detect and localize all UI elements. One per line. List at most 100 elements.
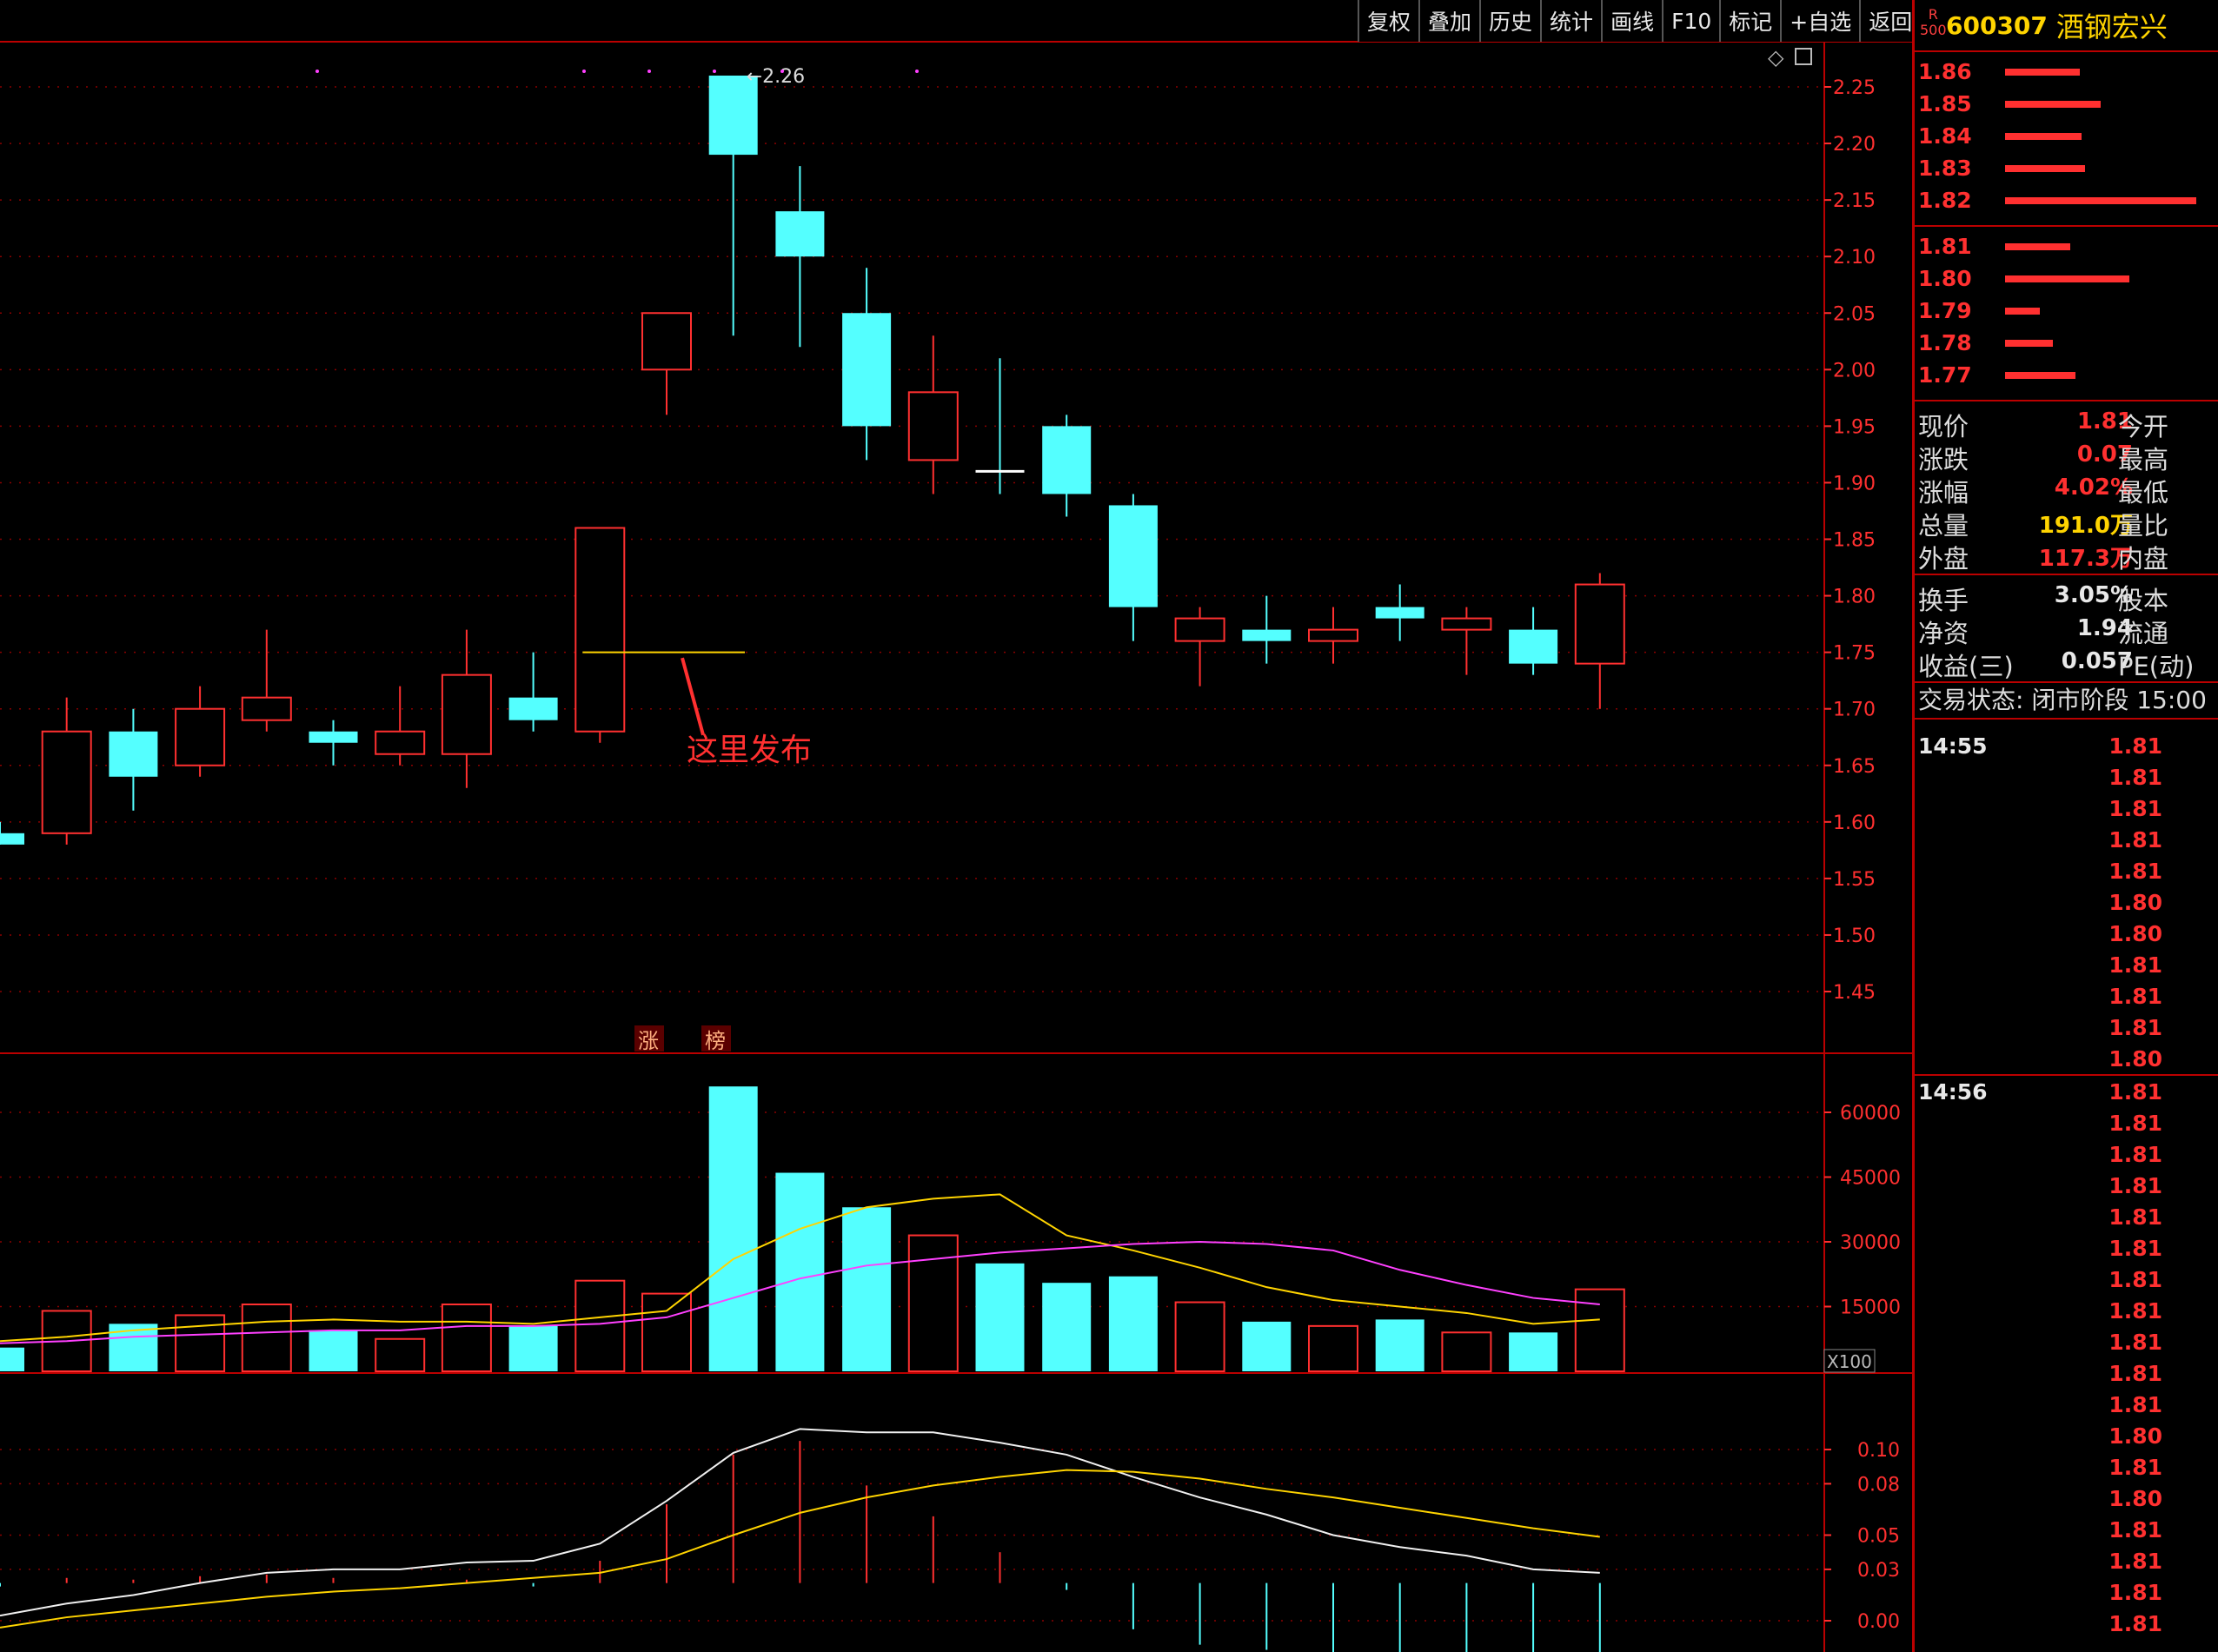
price-tick-label: 1.55: [1833, 869, 1876, 891]
toolbar-button[interactable]: 标记: [1719, 0, 1780, 42]
stat-label: 收益(三): [1918, 652, 2014, 681]
tick-row: 1.81: [1915, 1608, 2218, 1639]
candle-body: [375, 730, 426, 755]
volume-tick-label: 45000: [1840, 1168, 1901, 1190]
toolbar-button[interactable]: F10: [1662, 0, 1719, 42]
tick-row: 1.81: [1915, 855, 2218, 886]
tick-row: 1.81: [1915, 980, 2218, 1012]
tick-time: 14:56: [1918, 1079, 1988, 1105]
candle-body: [1441, 617, 1492, 631]
book-row[interactable]: 1.79: [1915, 296, 2218, 328]
stock-code: 600307: [1946, 10, 2048, 40]
candle-body: [175, 707, 226, 766]
candle-body: [508, 697, 558, 720]
book-row[interactable]: 1.84: [1915, 122, 2218, 154]
volume-bar: [0, 1347, 24, 1371]
book-volume-bar: [2005, 275, 2129, 282]
candle-body: [1509, 629, 1558, 664]
candle-body: [1042, 426, 1092, 494]
volume-bar: [1509, 1332, 1558, 1371]
tick-price: 1.81: [2108, 859, 2162, 884]
tick-price: 1.81: [2108, 1236, 2162, 1261]
toolbar-button[interactable]: 返回: [1859, 0, 1920, 42]
book-row[interactable]: 1.85: [1915, 90, 2218, 122]
tick-price: 1.81: [2108, 827, 2162, 853]
tick-price: 1.81: [2108, 1580, 2162, 1605]
book-price: 1.83: [1918, 156, 1972, 181]
tick-row: 1.81: [1915, 1545, 2218, 1576]
tick-price: 1.81: [2108, 1079, 2162, 1105]
book-row[interactable]: 1.78: [1915, 328, 2218, 361]
tag-label-bang: 榜: [705, 1029, 726, 1053]
candle-body: [574, 527, 626, 733]
tick-price: 1.81: [2108, 1015, 2162, 1040]
volume-bar: [1375, 1319, 1424, 1371]
indicator-dot: [713, 70, 716, 73]
volume-tick-label: 30000: [1840, 1232, 1901, 1254]
volume-bar: [975, 1263, 1025, 1371]
book-row[interactable]: 1.77: [1915, 361, 2218, 393]
book-row[interactable]: 1.81: [1915, 232, 2218, 264]
tick-row: 1.80: [1915, 918, 2218, 949]
volume-bar: [309, 1330, 358, 1371]
book-row[interactable]: 1.80: [1915, 264, 2218, 296]
tick-price: 1.80: [2108, 890, 2162, 915]
panel-toggle-icon: [1795, 48, 1812, 65]
tick-price: 1.81: [2108, 1330, 2162, 1355]
tick-row: 1.81: [1915, 1232, 2218, 1264]
tick-row: 1.81: [1915, 949, 2218, 980]
bid-book: 1.81 1.80 1.79 1.78 1.77: [1915, 227, 2218, 401]
price-tick-label: 1.80: [1833, 587, 1876, 608]
volume-bar: [708, 1086, 758, 1371]
tick-row: 1.81: [1915, 1170, 2218, 1201]
candle-body: [1108, 505, 1158, 607]
tick-price: 1.81: [2108, 1611, 2162, 1636]
book-price: 1.81: [1918, 234, 1972, 259]
price-tick-label: 1.70: [1833, 700, 1876, 721]
volume-bar: [1108, 1276, 1158, 1371]
stock-header[interactable]: R 500 600307 酒钢宏兴: [1915, 0, 2218, 52]
book-row[interactable]: 1.83: [1915, 154, 2218, 186]
toolbar-button[interactable]: 复权: [1358, 0, 1418, 42]
toolbar-button[interactable]: 历史: [1479, 0, 1540, 42]
stat-row: 涨跌 0.07 最高: [1915, 438, 2218, 474]
tick-row: 1.81: [1915, 1138, 2218, 1170]
book-volume-bar: [2005, 243, 2070, 250]
book-price: 1.80: [1918, 266, 1972, 291]
toolbar-button[interactable]: 叠加: [1418, 0, 1479, 42]
macd-tick-label: 0.05: [1857, 1526, 1900, 1548]
tick-price: 1.81: [2108, 1455, 2162, 1480]
toolbar-button[interactable]: 画线: [1601, 0, 1662, 42]
candle-body: [907, 391, 959, 461]
tick-row: 1.81: [1915, 1012, 2218, 1043]
stat-row: 涨幅 4.02% 最低: [1915, 471, 2218, 508]
stat-label-2: PE(动): [2118, 652, 2195, 681]
toolbar-button[interactable]: +自选: [1780, 0, 1859, 42]
indicator-dot: [582, 70, 586, 73]
price-tick-label: 1.45: [1833, 982, 1876, 1004]
book-row[interactable]: 1.86: [1915, 57, 2218, 90]
candle-body: [41, 730, 92, 834]
tick-list[interactable]: 14:55 1.81 1.81 1.81 1.81 1.81 1.80 1.80 1.81 1.8…: [1915, 730, 2218, 1639]
book-row[interactable]: 1.82: [1915, 186, 2218, 218]
volume-bar: [375, 1337, 426, 1372]
tick-price: 1.81: [2108, 1111, 2162, 1136]
volume-bar: [1242, 1321, 1292, 1371]
stock-name: 酒钢宏兴: [2055, 10, 2168, 43]
candle-body: [1574, 583, 1625, 665]
tick-row: 14:56 1.81: [1915, 1074, 2218, 1107]
candle-body: [109, 731, 158, 777]
kline-chart-area[interactable]: ◇ 2.25 2.20 2.15 2.10 2.05 2.00 1.95 1.90 1.85 1.8…: [0, 0, 1912, 1652]
indicator-dot: [915, 70, 919, 73]
volume-bar: [907, 1234, 959, 1373]
tick-price: 1.81: [2108, 1142, 2162, 1167]
toolbar-button[interactable]: 统计: [1540, 0, 1601, 42]
volume-unit-label: X100: [1827, 1351, 1872, 1372]
stats-block-1: 现价 1.81 今开 涨跌 0.07 最高 涨幅 4.02% 最低 总量 191.0万 量比 外盘 117…: [1915, 401, 2218, 575]
tick-price: 1.81: [2108, 1517, 2162, 1543]
tick-row: 1.81: [1915, 1201, 2218, 1232]
tag-label-zhang: 涨: [638, 1029, 659, 1053]
annotation-pointer: [681, 657, 705, 736]
tick-price: 1.80: [2108, 921, 2162, 946]
tick-price: 1.81: [2108, 1392, 2162, 1417]
